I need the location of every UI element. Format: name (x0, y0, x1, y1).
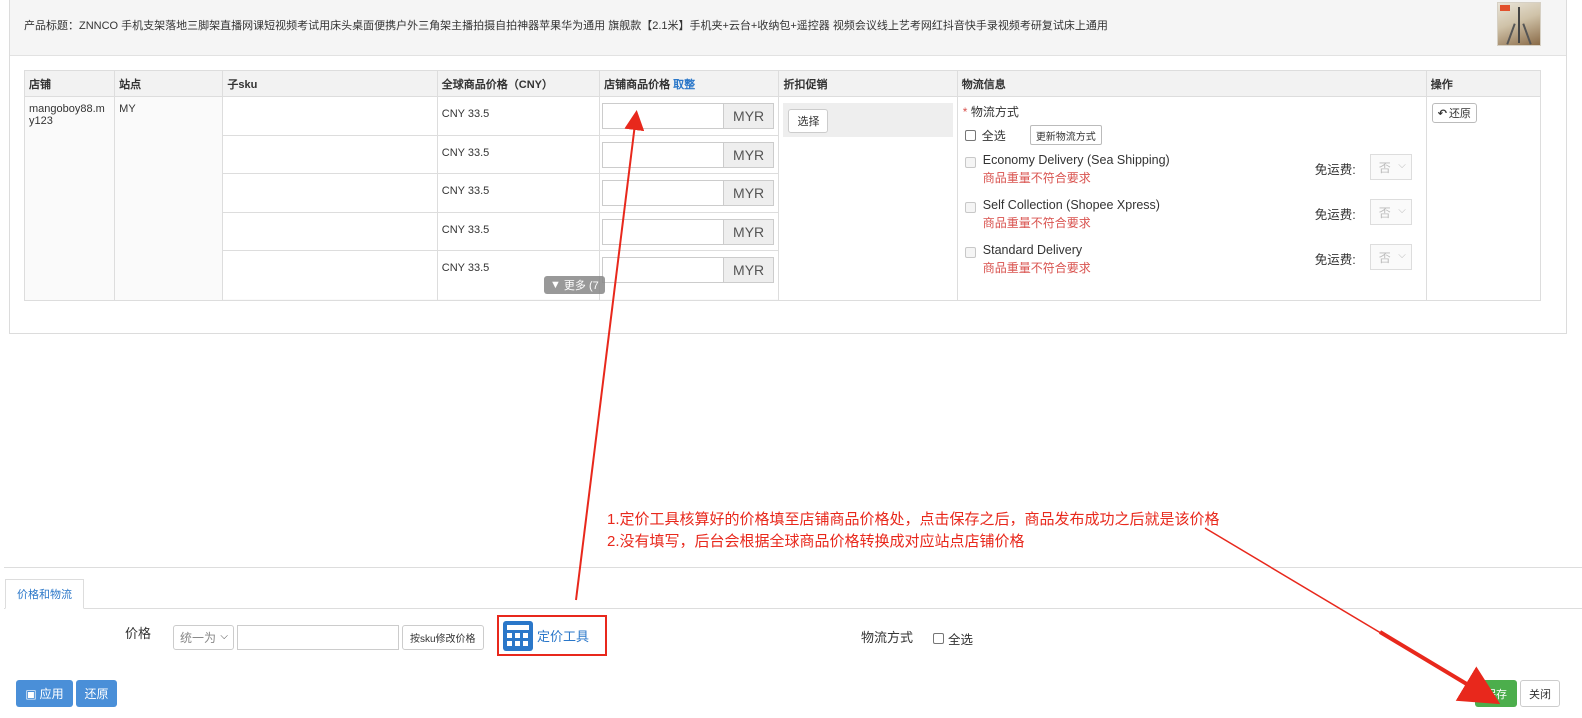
product-panel: 产品标题：ZNNCO 手机支架落地三脚架直播网课短视频考试用床头桌面便携户外三角… (9, 0, 1567, 334)
global-price: CNY 33.5 (441, 146, 490, 159)
free-shipping-select[interactable]: 否 ⌵ (1369, 199, 1412, 225)
global-price: CNY 33.5 (441, 108, 490, 120)
store-price-input[interactable] (602, 180, 725, 207)
chevron-down-icon: ⌵ (220, 631, 228, 642)
free-shipping-select[interactable]: 否 ⌵ (1369, 154, 1412, 180)
store-price-input[interactable] (602, 257, 725, 284)
apply-button[interactable]: ▣ 应用 (16, 680, 73, 707)
header-logistics: 物流信息 (956, 70, 1427, 97)
currency-addon: MYR (724, 103, 775, 129)
site-code: MY (119, 103, 136, 115)
update-logistics-button[interactable]: 更新物流方式 (1029, 125, 1102, 145)
header-actions: 操作 (1425, 70, 1542, 97)
annotation-line-2: 2.没有填写，后台会根据全球商品价格转换成对应站点店铺价格 (607, 533, 1025, 550)
bottom-panel: 价格和物流 价格 统一为 ⌵ 按sku修改价格 定价工具 物流方式 全选 ▣ 应… (4, 567, 1582, 718)
global-price: CNY 33.5 (441, 262, 490, 275)
bulk-price-input[interactable] (237, 625, 399, 650)
store-price-input[interactable] (602, 218, 725, 245)
free-shipping-select[interactable]: 否 ⌵ (1369, 244, 1412, 270)
product-title: 产品标题：ZNNCO 手机支架落地三脚架直播网课短视频考试用床头桌面便携户外三角… (24, 20, 1108, 32)
logistics-label: 物流方式 (861, 630, 914, 645)
chevron-down-icon: ⌵ (1398, 160, 1406, 171)
sku-cell (223, 212, 437, 252)
free-shipping-label: 免运费: (1314, 163, 1356, 177)
logistics-cell: * 物流方式 全选 更新物流方式 Economy Delivery (Sea S… (958, 97, 1426, 297)
table-row: mangoboy88.my123 MY CNY 33.5 CNY 33.5 CN… (23, 96, 1542, 301)
channel-name: Economy Delivery (Sea Shipping) (982, 153, 1170, 167)
global-price: CNY 33.5 (441, 223, 490, 236)
select-discount-button[interactable]: 选择 (788, 109, 829, 133)
bottom-select-all-checkbox[interactable] (933, 633, 944, 644)
required-mark: * (962, 105, 968, 119)
header-discount: 折扣促销 (778, 70, 958, 97)
discount-box: 选择 (783, 103, 953, 137)
save-disk-icon: ▣ (25, 686, 37, 701)
header-store-price-label: 店铺商品价格 (604, 78, 671, 91)
channel-checkbox[interactable] (964, 247, 976, 258)
global-price: CNY 33.5 (441, 185, 490, 198)
header-store-price: 店铺商品价格 取整 (599, 70, 780, 97)
store-price-input[interactable] (602, 103, 725, 129)
tab-price-logistics[interactable]: 价格和物流 (5, 579, 84, 609)
channel-checkbox[interactable] (964, 157, 976, 168)
calculator-icon (503, 620, 533, 651)
free-shipping-label: 免运费: (1314, 208, 1356, 222)
product-thumbnail[interactable] (1497, 2, 1541, 46)
sku-cell (223, 135, 437, 175)
pricing-tool-label: 定价工具 (537, 629, 590, 644)
circle-down-icon: ▼ (550, 279, 561, 291)
currency-addon: MYR (724, 180, 775, 207)
restore-button[interactable]: ↶ 还原 (1431, 103, 1477, 123)
free-shipping-label: 免运费: (1314, 253, 1356, 267)
chevron-down-icon: ⌵ (1398, 205, 1406, 216)
annotation-line-1: 1.定价工具核算好的价格填至店铺商品价格处，点击保存之后，商品发布成功之后就是该… (607, 511, 1220, 528)
header-store: 店铺 (23, 70, 116, 97)
save-button[interactable]: 保存 (1475, 680, 1517, 707)
price-label: 价格 (125, 626, 152, 641)
header-site: 站点 (114, 70, 224, 97)
close-button[interactable]: 关闭 (1520, 680, 1560, 707)
title-bar: 产品标题：ZNNCO 手机支架落地三脚架直播网课短视频考试用床头桌面便携户外三角… (10, 0, 1566, 56)
header-global-price: 全球商品价格（CNY） (436, 70, 601, 97)
more-button[interactable]: ▼ 更多 (7 (544, 276, 605, 294)
chevron-down-icon: ⌵ (1398, 250, 1406, 261)
currency-addon: MYR (724, 257, 775, 284)
sku-cell (223, 97, 437, 136)
select-all-label: 全选 (981, 128, 1006, 143)
select-all-checkbox[interactable] (964, 129, 976, 141)
currency-addon: MYR (724, 141, 775, 168)
logistics-title: 物流方式 (970, 105, 1019, 119)
channel-error: 商品重量不符合要求 (982, 171, 1091, 185)
revert-button[interactable]: 还原 (76, 680, 117, 707)
round-link[interactable]: 取整 (673, 79, 695, 91)
unify-select[interactable]: 统一为 ⌵ (173, 625, 234, 650)
annotation-text: 1.定价工具核算好的价格填至店铺商品价格处，点击保存之后，商品发布成功之后就是该… (607, 509, 1220, 553)
undo-icon: ↶ (1437, 107, 1447, 120)
edit-price-by-sku-button[interactable]: 按sku修改价格 (402, 625, 484, 650)
bottom-select-all-label: 全选 (948, 633, 974, 647)
channel-checkbox[interactable] (964, 202, 976, 213)
pricing-tool-button[interactable]: 定价工具 (497, 615, 607, 656)
store-name: mangoboy88.my123 (29, 103, 105, 127)
sku-table: 店铺 站点 子sku 全球商品价格（CNY） 店铺商品价格 取整 折扣促销 物流信… (23, 70, 1542, 301)
currency-addon: MYR (724, 218, 775, 245)
table-header-row: 店铺 站点 子sku 全球商品价格（CNY） 店铺商品价格 取整 折扣促销 物流信… (23, 70, 1542, 97)
header-sku: 子sku (222, 70, 438, 97)
channel-error: 商品重量不符合要求 (982, 261, 1091, 275)
store-price-input[interactable] (602, 141, 725, 168)
channel-name: Self Collection (Shopee Xpress) (982, 198, 1160, 212)
channel-error: 商品重量不符合要求 (982, 216, 1091, 230)
sku-cell (223, 251, 437, 300)
channel-name: Standard Delivery (982, 243, 1083, 257)
sku-cell (223, 174, 437, 213)
